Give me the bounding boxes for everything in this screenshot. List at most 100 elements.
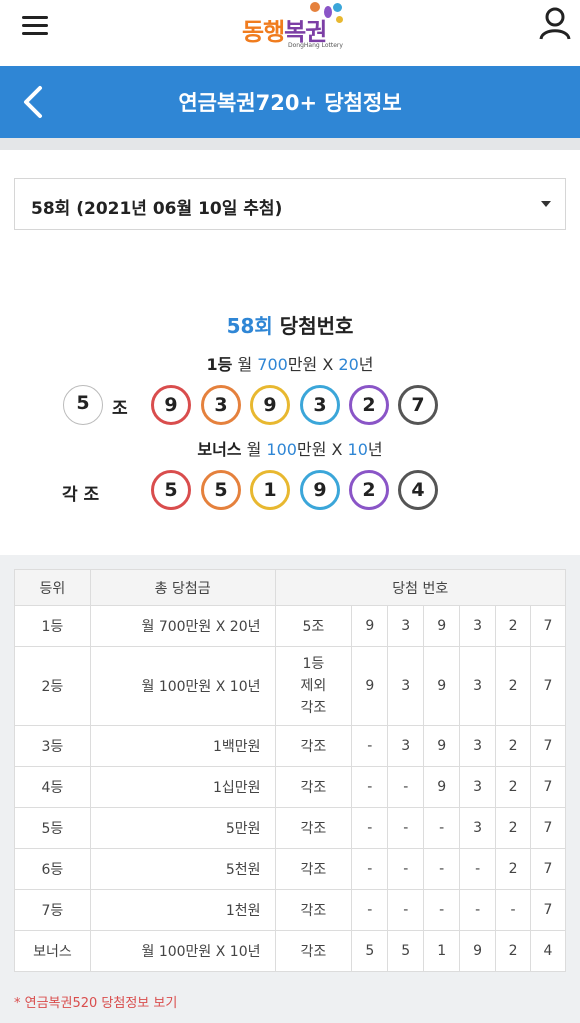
table-row: 6등 5천원 각조 - - - -2 7 [14, 848, 566, 890]
number-cell: - [495, 889, 532, 931]
prize-cell: 1십만원 [89, 766, 276, 808]
number-cell: 9 [423, 725, 461, 767]
group-cell: 각조 [274, 848, 353, 890]
table-row: 1등 월 700만원 X 20년 5조 9 3 9 3 2 7 [14, 605, 566, 647]
rank-cell: 5등 [14, 807, 91, 849]
number-cell: 9 [423, 646, 461, 726]
number-cell: 2 [495, 605, 532, 647]
first-number-ball: 3 [300, 385, 340, 425]
rank-cell: 7등 [14, 889, 91, 931]
logo-dot [333, 3, 342, 12]
number-cell: 3 [459, 605, 497, 647]
group-label: 조 [112, 399, 128, 419]
group-ball: 5 [63, 385, 103, 425]
table-row: 보너스 월 100만원 X 10년 각조 5 5 1 9 2 4 [14, 930, 566, 972]
number-cell: 5 [351, 930, 389, 972]
number-cell: - [351, 725, 389, 767]
logo-subtitle: DongHang Lottery [288, 42, 343, 49]
number-cell: 3 [459, 807, 497, 849]
number-cell: 7 [530, 766, 566, 808]
prize-cell: 월 100만원 X 10년 [89, 646, 276, 726]
number-cell: 2 [495, 930, 532, 972]
rank-cell: 4등 [14, 766, 91, 808]
bonus-number-ball: 9 [300, 470, 340, 510]
bonus-number-ball: 5 [151, 470, 191, 510]
number-cell: - [423, 807, 461, 849]
first-number-ball: 9 [250, 385, 290, 425]
number-cell: 9 [351, 646, 389, 726]
logo-dot [310, 2, 320, 12]
first-prize-line: 1등 월 700만원 X 20년 [206, 355, 374, 374]
round-select[interactable]: 58회 (2021년 06월 10일 추첨) [14, 178, 566, 230]
first-number-ball: 7 [398, 385, 438, 425]
rank-cell: 6등 [14, 848, 91, 890]
header-numbers: 당첨 번호 [274, 569, 566, 606]
table-header-row: 등위 총 당첨금 당첨 번호 [14, 569, 566, 606]
prize-cell: 월 100만원 X 10년 [89, 930, 276, 972]
group-cell: 1등 제외 각조 [274, 646, 353, 726]
number-cell: 9 [423, 605, 461, 647]
number-cell: - [387, 766, 425, 808]
number-cell: 2 [495, 848, 532, 890]
number-cell: 5 [387, 930, 425, 972]
round-select-value: 58회 (2021년 06월 10일 추첨) [31, 199, 283, 219]
number-cell: - [351, 848, 389, 890]
number-cell: 3 [459, 725, 497, 767]
number-cell: 2 [495, 766, 532, 808]
first-number-ball: 9 [151, 385, 191, 425]
number-cell: 3 [459, 646, 497, 726]
bonus-number-ball: 2 [349, 470, 389, 510]
bonus-number-ball: 5 [201, 470, 241, 510]
number-cell: - [351, 766, 389, 808]
top-bar: 동행복권 DongHang Lottery [0, 0, 580, 66]
header-rank: 등위 [14, 569, 91, 606]
bonus-number-ball: 4 [398, 470, 438, 510]
number-cell: - [459, 848, 497, 890]
prize-cell: 5만원 [89, 807, 276, 849]
page-header: 연금복권720+ 당첨정보 [0, 66, 580, 138]
logo[interactable]: 동행복권 DongHang Lottery [240, 2, 350, 54]
number-cell: 3 [459, 766, 497, 808]
number-cell: 3 [387, 725, 425, 767]
logo-dot [336, 16, 343, 23]
user-icon[interactable] [538, 6, 572, 40]
table-row: 4등 1십만원 각조 - -9 3 2 7 [14, 766, 566, 808]
number-cell: 7 [530, 725, 566, 767]
number-cell: 4 [530, 930, 566, 972]
rank-cell: 3등 [14, 725, 91, 767]
menu-icon[interactable] [22, 12, 52, 38]
bonus-prize-line: 보너스 월 100만원 X 10년 [197, 440, 383, 459]
table-row: 5등 5만원 각조 - - -3 2 7 [14, 807, 566, 849]
number-cell: - [387, 848, 425, 890]
number-cell: 2 [495, 807, 532, 849]
number-cell: 2 [495, 646, 532, 726]
group-cell: 각조 [274, 930, 353, 972]
number-cell: - [423, 848, 461, 890]
caret-down-icon [541, 201, 551, 207]
group-cell: 각조 [274, 807, 353, 849]
page-title: 연금복권720+ 당첨정보 [178, 91, 402, 115]
table-row: 3등 1백만원 각조 -3 9 3 2 7 [14, 725, 566, 767]
number-cell: 2 [495, 725, 532, 767]
number-cell: 7 [530, 848, 566, 890]
group-cell: 각조 [274, 889, 353, 931]
rank-cell: 1등 [14, 605, 91, 647]
header-prize: 총 당첨금 [89, 569, 276, 606]
prize-cell: 1천원 [89, 889, 276, 931]
number-cell: 9 [351, 605, 389, 647]
prize-cell: 1백만원 [89, 725, 276, 767]
number-cell: - [351, 889, 389, 931]
pension520-link[interactable]: * 연금복권520 당첨정보 보기 [14, 992, 177, 1011]
number-cell: 1 [423, 930, 461, 972]
number-cell: 7 [530, 646, 566, 726]
first-number-ball: 3 [201, 385, 241, 425]
bonus-group-label: 각 조 [62, 485, 100, 505]
group-cell: 각조 [274, 725, 353, 767]
group-cell: 5조 [274, 605, 353, 647]
number-cell: - [387, 889, 425, 931]
winning-title: 58회 당첨번호 [226, 314, 354, 338]
number-cell: 7 [530, 605, 566, 647]
number-cell: - [459, 889, 497, 931]
prize-cell: 월 700만원 X 20년 [89, 605, 276, 647]
first-number-ball: 2 [349, 385, 389, 425]
